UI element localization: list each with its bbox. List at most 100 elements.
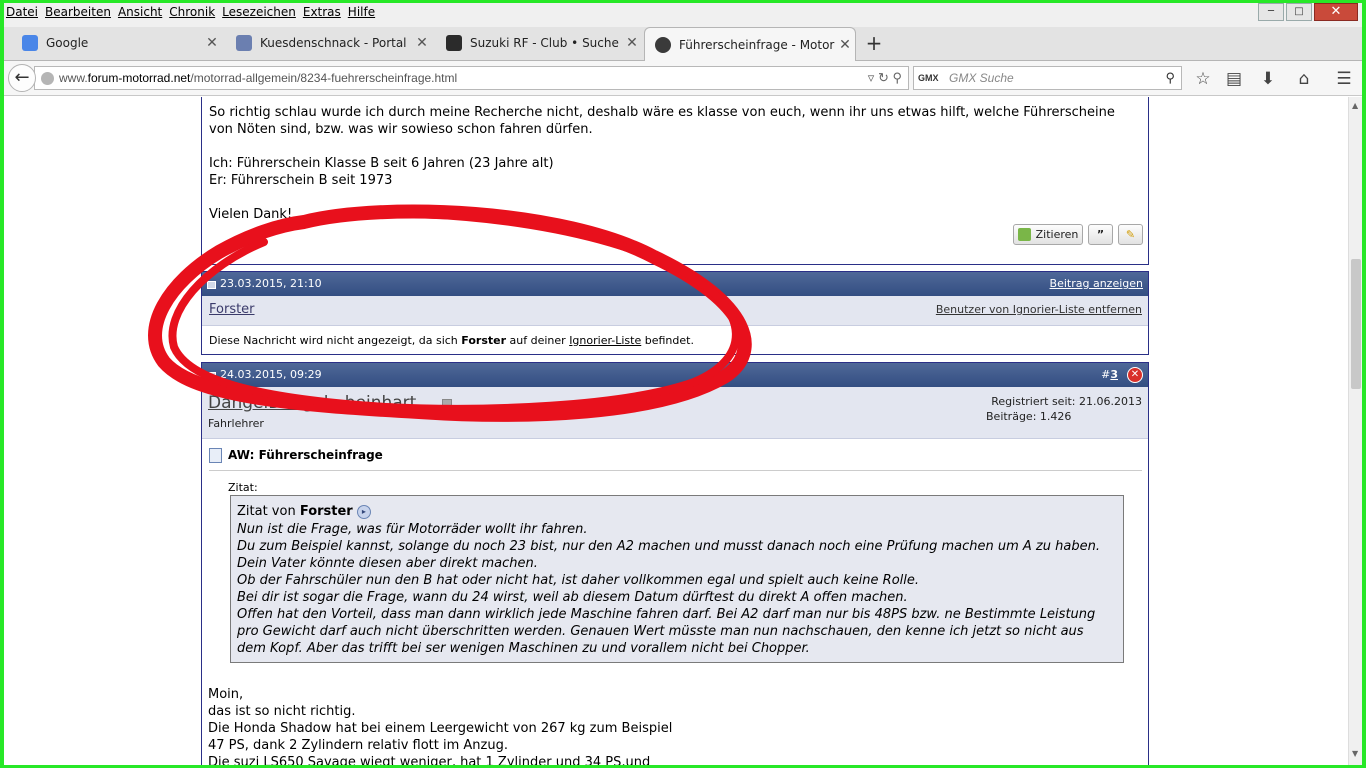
navigation-toolbar: www.forum-motorrad.net/motorrad-allgemei…: [4, 61, 1362, 96]
tab-fuehrerscheinfrage[interactable]: Führerscheinfrage - Motorr... ✕: [644, 27, 856, 61]
menu-extras[interactable]: Extras: [301, 3, 346, 23]
back-button[interactable]: ←: [8, 64, 36, 92]
scroll-up-icon[interactable]: ▲: [1352, 101, 1358, 110]
home-icon[interactable]: ⌂: [1292, 67, 1316, 91]
view-post-icon[interactable]: ▸: [356, 504, 371, 519]
address-bar[interactable]: www.forum-motorrad.net/motorrad-allgemei…: [34, 66, 909, 90]
tab-label: Google: [46, 36, 89, 50]
ignored-msg-after: befindet.: [641, 334, 694, 347]
post-number-prefix: #: [1101, 368, 1111, 381]
quote-line: Bei dir ist sogar die Frage, wann du 24 …: [237, 590, 908, 605]
suzuki-favicon: [446, 35, 462, 51]
post-2-date: 23.03.2015, 21:10: [220, 277, 322, 290]
quote-button[interactable]: Zitieren: [1013, 224, 1083, 245]
ignore-list-link[interactable]: Ignorier-Liste: [569, 334, 641, 347]
reload-icon[interactable]: ↻: [878, 70, 889, 85]
portal-favicon: [236, 35, 252, 51]
quote-line: Offen hat den Vorteil, dass man dann wir…: [237, 607, 1096, 622]
scroll-down-icon[interactable]: ▼: [1352, 749, 1358, 758]
reply-line: das ist so nicht richtig.: [208, 704, 356, 719]
post-number-value: 3: [1110, 368, 1118, 381]
menu-bar: Datei Bearbeiten Ansicht Chronik Lesezei…: [4, 3, 380, 23]
menu-datei[interactable]: Datei: [4, 3, 43, 23]
menu-ansicht[interactable]: Ansicht: [116, 3, 167, 23]
post-2-userbar: Forster Benutzer von Ignorier-Liste entf…: [202, 296, 1148, 326]
reply-line: Die Honda Shadow hat bei einem Leergewic…: [208, 721, 673, 736]
close-tab-icon[interactable]: ✕: [835, 37, 855, 53]
menu-hamburger-icon[interactable]: ☰: [1332, 67, 1356, 91]
gmx-engine-icon[interactable]: GMX: [918, 67, 939, 89]
quote-from: Zitat von: [237, 504, 300, 519]
ignored-message: Diese Nachricht wird nicht angezeigt, da…: [209, 334, 694, 347]
url-prefix: www.: [59, 71, 88, 85]
report-icon[interactable]: ✕: [1127, 367, 1143, 383]
post-3-userbar: DängelDängel...beinhart Fahrlehrer Regis…: [202, 387, 1148, 439]
close-tab-icon[interactable]: ✕: [412, 35, 432, 51]
dropdown-arrow-icon[interactable]: ▿: [868, 70, 875, 85]
reply-line: Moin,: [208, 687, 244, 702]
tab-suzuki[interactable]: Suzuki RF - Club • Suche ✕: [436, 27, 642, 59]
post-2-username[interactable]: Forster: [209, 302, 255, 317]
minimize-button[interactable]: ─: [1258, 3, 1284, 21]
post-icon: [207, 372, 216, 380]
tab-kuesdenschnack[interactable]: Kuesdenschnack - Portal ✕: [226, 27, 432, 59]
edit-pencil-icon[interactable]: ✎: [1118, 224, 1143, 245]
search-input[interactable]: GMX GMX Suche ⚲: [913, 66, 1182, 90]
quote-header: Zitat von Forster ▸: [237, 503, 1117, 520]
quote-button-label: Zitieren: [1035, 228, 1079, 241]
offline-status-icon: [442, 399, 452, 410]
post-3-date: 24.03.2015, 09:29: [220, 368, 322, 381]
quote-line: Dein Vater könnte diesen aber direkt mac…: [237, 556, 538, 571]
quote-line: Du zum Beispiel kannst, solange du noch …: [237, 539, 1100, 554]
search-placeholder: GMX Suche: [949, 71, 1014, 85]
quote-line: pro Gewicht darf auch nicht überschritte…: [237, 624, 1084, 639]
multiquote-button[interactable]: ”: [1088, 224, 1113, 245]
post-3-header: 24.03.2015, 09:29 #3 ✕: [202, 363, 1148, 387]
quote-line: Ob der Fahrschüler nun den B hat oder ni…: [237, 573, 919, 588]
post-1-line-2: von Nöten sind, bzw. was wir sowieso sch…: [209, 122, 593, 137]
url-actions: ▿ ↻ ⚲: [868, 67, 902, 89]
post-count: Beiträge: 1.426: [986, 410, 1072, 423]
browser-window: Datei Bearbeiten Ansicht Chronik Lesezei…: [4, 3, 1362, 765]
post-2-header: 23.03.2015, 21:10 Beitrag anzeigen: [202, 272, 1148, 296]
search-icon[interactable]: ⚲: [1165, 67, 1175, 89]
title-divider: [209, 470, 1142, 471]
ignored-msg-user: Forster: [461, 334, 507, 347]
post-1-line-3: Ich: Führerschein Klasse B seit 6 Jahren…: [209, 156, 554, 171]
tab-label: Führerscheinfrage - Motorr...: [679, 37, 835, 52]
menu-lesezeichen[interactable]: Lesezeichen: [220, 3, 301, 23]
url-path: /motorrad-allgemein/8234-fuehrerscheinfr…: [190, 71, 458, 85]
post-icon: [207, 281, 216, 289]
close-tab-icon[interactable]: ✕: [622, 35, 642, 51]
maximize-button[interactable]: □: [1286, 3, 1312, 21]
post-1-line-4: Er: Führerschein B seit 1973: [209, 173, 393, 188]
ignored-msg-before: Diese Nachricht wird nicht angezeigt, da…: [209, 334, 462, 347]
menu-chronik[interactable]: Chronik: [167, 3, 220, 23]
close-window-button[interactable]: ✕: [1314, 3, 1358, 21]
search-icon[interactable]: ⚲: [892, 70, 902, 85]
post-2: 23.03.2015, 21:10 Beitrag anzeigen Forst…: [201, 271, 1149, 355]
ignored-msg-mid: auf deiner: [506, 334, 570, 347]
motorrad-favicon: [655, 36, 671, 53]
post-number[interactable]: #3: [1101, 363, 1118, 387]
post-3-username[interactable]: DängelDängel...beinhart: [208, 393, 416, 413]
title-bar: Datei Bearbeiten Ansicht Chronik Lesezei…: [4, 3, 1362, 27]
reading-list-icon[interactable]: ▤: [1222, 67, 1246, 91]
vertical-scrollbar[interactable]: ▲ ▼: [1348, 97, 1362, 765]
tab-google[interactable]: Google ✕: [12, 27, 222, 59]
tab-label: Suzuki RF - Club • Suche: [470, 36, 619, 50]
download-icon[interactable]: ⬇: [1256, 67, 1280, 91]
document-icon: [209, 448, 222, 463]
bookmark-star-icon[interactable]: ☆: [1191, 67, 1215, 91]
scrollbar-thumb[interactable]: [1351, 259, 1361, 389]
remove-ignore-link[interactable]: Benutzer von Ignorier-Liste entfernen: [936, 303, 1142, 316]
menu-bearbeiten[interactable]: Bearbeiten: [43, 3, 116, 23]
quote-box: Zitat von Forster ▸ Nun ist die Frage, w…: [230, 495, 1124, 663]
new-tab-button[interactable]: +: [862, 31, 886, 55]
window-controls: ─ □ ✕: [1256, 3, 1358, 21]
show-post-link[interactable]: Beitrag anzeigen: [1050, 272, 1143, 296]
tab-strip: Google ✕ Kuesdenschnack - Portal ✕ Suzuk…: [4, 27, 1362, 61]
quote-author: Forster: [299, 504, 353, 519]
close-tab-icon[interactable]: ✕: [202, 35, 222, 51]
menu-hilfe[interactable]: Hilfe: [346, 3, 380, 23]
